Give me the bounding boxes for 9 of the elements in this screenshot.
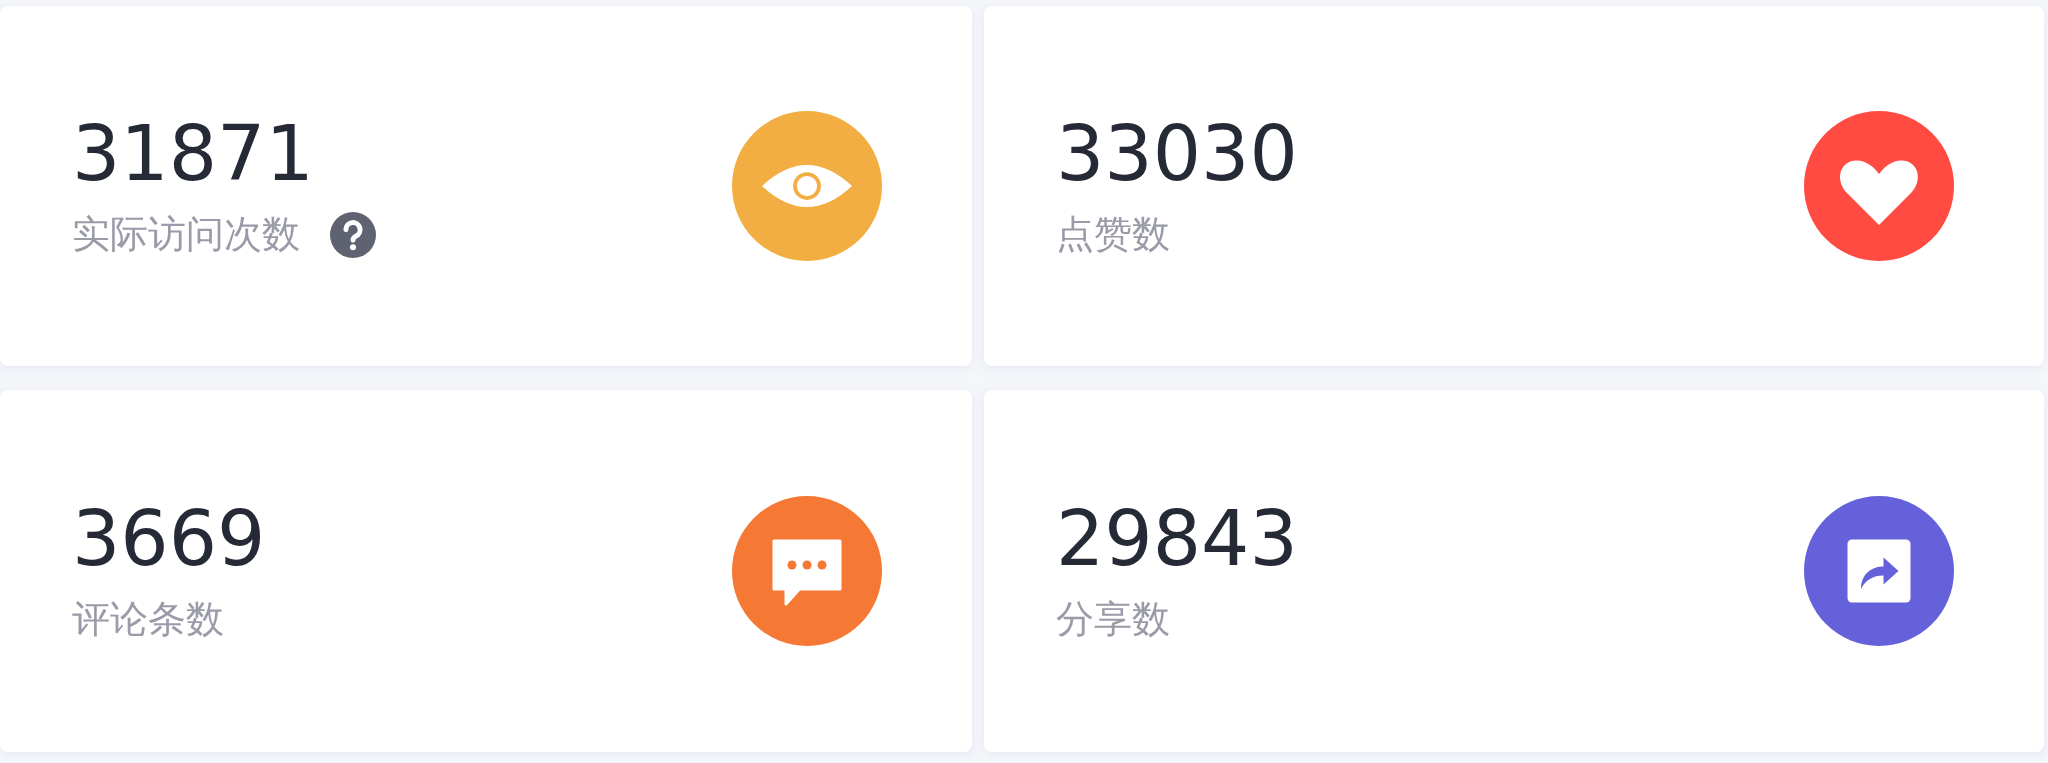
stat-label: 点赞数 <box>1056 211 1170 259</box>
stat-label: 分享数 <box>1056 596 1170 644</box>
stat-value: 29843 <box>1056 496 1298 581</box>
stat-label: 实际访问次数 <box>72 211 300 259</box>
stat-value: 3669 <box>72 496 266 581</box>
help-icon[interactable] <box>330 211 376 258</box>
stat-value: 33030 <box>1056 111 1298 196</box>
stat-label: 评论条数 <box>72 596 224 644</box>
stat-value: 31871 <box>72 111 315 196</box>
